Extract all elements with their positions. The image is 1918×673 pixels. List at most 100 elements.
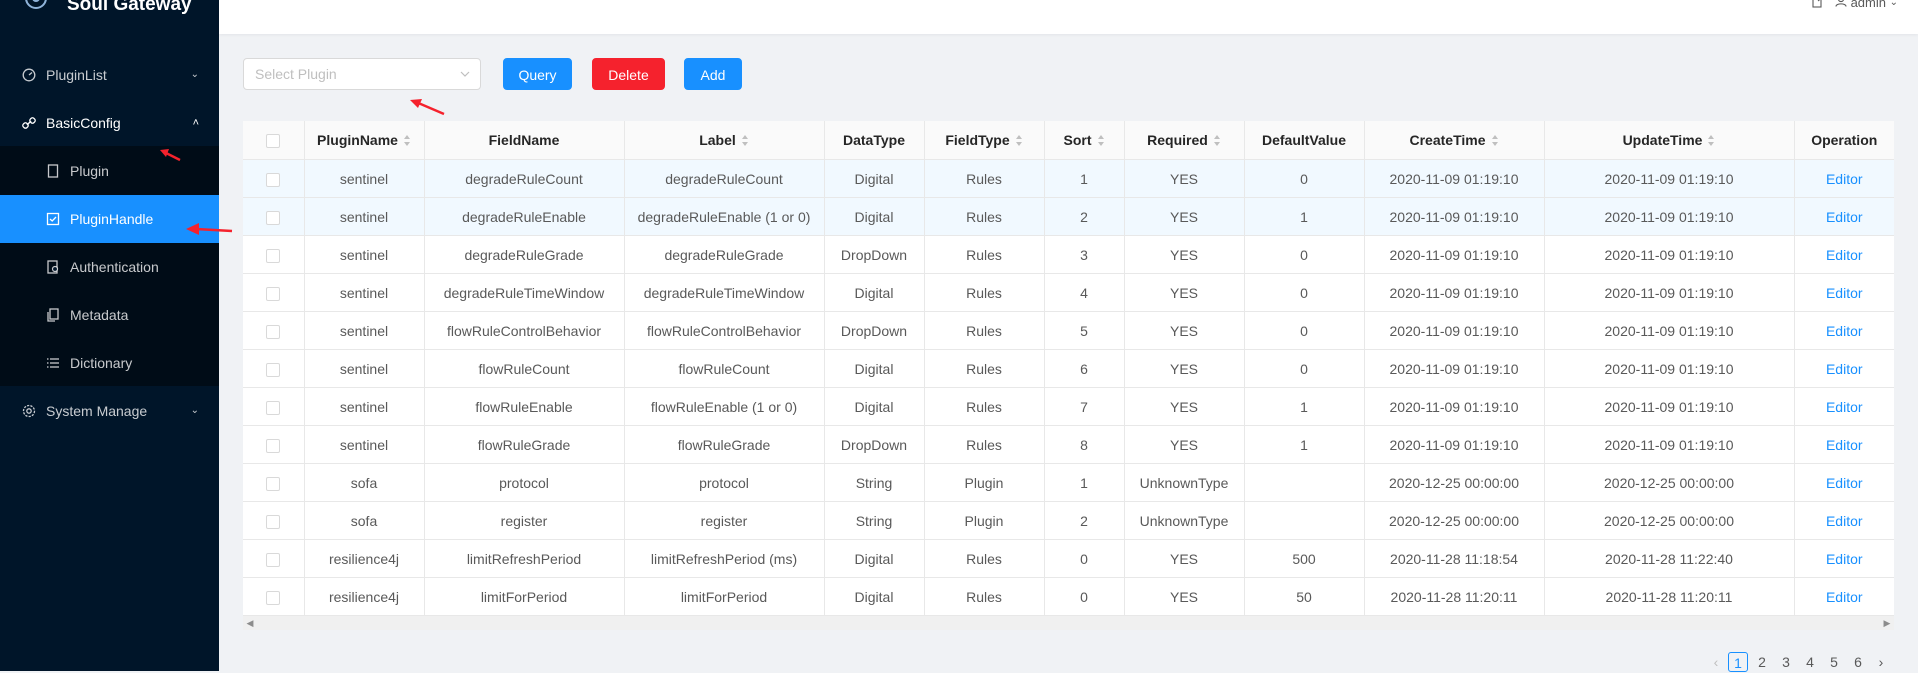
- sidebar-item-authentication[interactable]: Authentication: [0, 243, 219, 291]
- table-cell: Rules: [924, 273, 1045, 312]
- table-cell: Rules: [924, 425, 1045, 464]
- table-cell: Rules: [924, 577, 1045, 616]
- table-cell: degradeRuleEnable (1 or 0): [624, 197, 825, 236]
- column-header[interactable]: CreateTime: [1364, 121, 1545, 160]
- table-cell: Editor: [1794, 577, 1894, 616]
- editor-link[interactable]: Editor: [1826, 361, 1863, 377]
- copy-icon: [47, 308, 59, 322]
- table-cell: Editor: [1794, 311, 1894, 350]
- editor-link[interactable]: Editor: [1826, 323, 1863, 339]
- row-checkbox[interactable]: [243, 577, 305, 616]
- editor-link[interactable]: Editor: [1826, 551, 1863, 567]
- sidebar-item-label: Dictionary: [70, 355, 133, 371]
- column-header: Operation: [1794, 121, 1894, 160]
- editor-link[interactable]: Editor: [1826, 247, 1863, 263]
- table-row: sentinel flowRuleControlBehavior flowRuleC…: [243, 311, 1894, 350]
- chevron-down-icon: ⌄: [190, 405, 199, 416]
- table-cell: UnknownType: [1124, 463, 1245, 502]
- row-checkbox[interactable]: [243, 235, 305, 274]
- table-cell: 2020-11-09 01:19:10: [1544, 311, 1795, 350]
- table-cell: 2020-12-25 00:00:00: [1364, 501, 1545, 540]
- row-checkbox[interactable]: [243, 425, 305, 464]
- sidebar-item-label: Plugin: [70, 163, 109, 179]
- export-icon[interactable]: [1812, 0, 1825, 11]
- sidebar-item-basicconfig[interactable]: BasicConfig ˄: [0, 99, 219, 147]
- table-cell: 2: [1044, 197, 1125, 236]
- row-checkbox[interactable]: [243, 311, 305, 350]
- table-cell: Rules: [924, 159, 1045, 198]
- table-cell: protocol: [424, 463, 625, 502]
- sidebar-item-plugin[interactable]: Plugin: [0, 147, 219, 195]
- logo-icon: [25, 0, 47, 9]
- sidebar-item-dictionary[interactable]: Dictionary: [0, 339, 219, 387]
- editor-link[interactable]: Editor: [1826, 171, 1863, 187]
- sidebar-item-system-manage[interactable]: System Manage ⌄: [0, 387, 219, 435]
- editor-link[interactable]: Editor: [1826, 513, 1863, 529]
- table-cell: flowRuleCount: [624, 349, 825, 388]
- table-cell: 1: [1244, 425, 1365, 464]
- row-checkbox[interactable]: [243, 539, 305, 578]
- page-1[interactable]: 1: [1728, 652, 1748, 672]
- column-header[interactable]: PluginName: [304, 121, 425, 160]
- table-cell: Editor: [1794, 463, 1894, 502]
- page-2[interactable]: 2: [1752, 652, 1772, 672]
- column-header[interactable]: UpdateTime: [1544, 121, 1795, 160]
- scroll-left-icon[interactable]: ◀: [243, 616, 257, 630]
- add-button[interactable]: Add: [684, 58, 742, 90]
- table-row: sentinel degradeRuleGrade degradeRuleGrade…: [243, 235, 1894, 274]
- row-checkbox[interactable]: [243, 463, 305, 502]
- chevron-down-icon[interactable]: ⌄: [1890, 0, 1898, 8]
- page-4[interactable]: 4: [1800, 652, 1820, 672]
- column-header[interactable]: FieldType: [924, 121, 1045, 160]
- table-cell: 0: [1044, 577, 1125, 616]
- table-row: sentinel flowRuleGrade flowRuleGrade DropDo…: [243, 425, 1894, 464]
- sort-icon: [403, 135, 411, 147]
- page-5[interactable]: 5: [1824, 652, 1844, 672]
- table-cell: 2020-11-09 01:19:10: [1544, 197, 1795, 236]
- row-checkbox[interactable]: [243, 349, 305, 388]
- user-menu[interactable]: admin: [1851, 0, 1886, 10]
- sort-icon: [1015, 135, 1023, 147]
- editor-link[interactable]: Editor: [1826, 475, 1863, 491]
- editor-link[interactable]: Editor: [1826, 589, 1863, 605]
- row-checkbox[interactable]: [243, 197, 305, 236]
- editor-link[interactable]: Editor: [1826, 399, 1863, 415]
- next-page-icon[interactable]: ›: [1871, 652, 1891, 672]
- table-cell: sentinel: [304, 349, 425, 388]
- scrollbar-thumb[interactable]: [257, 619, 1880, 627]
- page-3[interactable]: 3: [1776, 652, 1796, 672]
- prev-page-icon[interactable]: ‹: [1706, 652, 1726, 672]
- table-cell: 2020-11-09 01:19:10: [1364, 387, 1545, 426]
- query-button[interactable]: Query: [503, 58, 572, 90]
- row-checkbox[interactable]: [243, 159, 305, 198]
- editor-link[interactable]: Editor: [1826, 209, 1863, 225]
- table-cell: DropDown: [824, 235, 925, 274]
- table-cell: limitRefreshPeriod: [424, 539, 625, 578]
- table-cell: YES: [1124, 425, 1245, 464]
- row-checkbox[interactable]: [243, 501, 305, 540]
- plugin-select[interactable]: Select Plugin: [243, 58, 481, 90]
- editor-link[interactable]: Editor: [1826, 285, 1863, 301]
- logo[interactable]: Soul Gateway: [0, 0, 219, 24]
- table-cell: sentinel: [304, 235, 425, 274]
- table-row: resilience4j limitForPeriod limitForPeriod…: [243, 577, 1894, 616]
- scroll-right-icon[interactable]: ▶: [1880, 616, 1894, 630]
- sidebar-item-pluginlist[interactable]: PluginList ⌄: [0, 51, 219, 99]
- table-cell: flowRuleGrade: [624, 425, 825, 464]
- table-cell: 2020-11-09 01:19:10: [1364, 425, 1545, 464]
- sidebar-item-metadata[interactable]: Metadata: [0, 291, 219, 339]
- delete-button[interactable]: Delete: [592, 58, 665, 90]
- page-6[interactable]: 6: [1848, 652, 1868, 672]
- column-header[interactable]: Label: [624, 121, 825, 160]
- column-header[interactable]: Required: [1124, 121, 1245, 160]
- select-all-checkbox[interactable]: [243, 121, 305, 160]
- row-checkbox[interactable]: [243, 387, 305, 426]
- column-header[interactable]: Sort: [1044, 121, 1125, 160]
- table-cell: Editor: [1794, 349, 1894, 388]
- table-cell: String: [824, 501, 925, 540]
- editor-link[interactable]: Editor: [1826, 437, 1863, 453]
- horizontal-scrollbar[interactable]: ◀ ▶: [243, 616, 1894, 630]
- row-checkbox[interactable]: [243, 273, 305, 312]
- table-cell: YES: [1124, 235, 1245, 274]
- table-cell: [1244, 501, 1365, 540]
